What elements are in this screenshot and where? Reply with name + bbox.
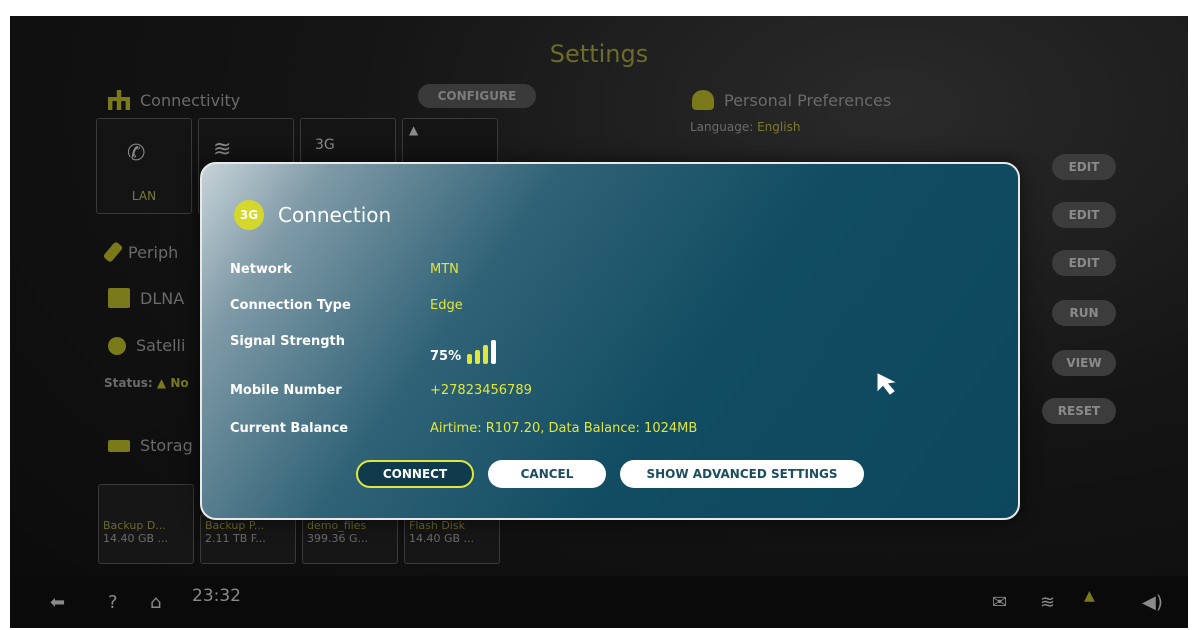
storage-item-size: 399.36 G... <box>307 532 368 545</box>
connect-button[interactable]: CONNECT <box>356 460 474 488</box>
signal-bar <box>475 350 481 364</box>
signal-strength-key: Signal Strength <box>230 334 345 349</box>
view-button[interactable]: VIEW <box>1052 350 1116 376</box>
3g-badge-icon: 3G <box>234 200 264 230</box>
home-icon[interactable]: ⌂ <box>150 592 161 613</box>
signal-strength-row: Signal Strength 75% <box>230 334 497 364</box>
edit-button[interactable]: EDIT <box>1052 154 1116 180</box>
language-value: English <box>757 120 801 134</box>
storage-item[interactable]: Flash Disk 14.40 GB ... <box>404 514 500 564</box>
dialog-header: 3G Connection <box>234 200 391 230</box>
peripherals-header: Periph <box>102 241 179 263</box>
signal-percent: 75% <box>430 349 462 364</box>
storage-item-name: Flash Disk <box>409 519 465 532</box>
network-row: Network MTN <box>230 262 459 277</box>
signal-bar <box>491 340 497 364</box>
connectivity-label: Connectivity <box>140 90 241 110</box>
connection-type-key: Connection Type <box>230 298 351 313</box>
configure-button[interactable]: CONFIGURE <box>418 84 536 108</box>
storage-header: Storag <box>108 436 193 455</box>
satellite-warning-icon[interactable]: ▲ <box>1084 588 1095 604</box>
storage-item-name: Backup D... <box>103 519 166 532</box>
personal-preferences-label: Personal Preferences <box>724 90 892 110</box>
signal-bars-icon <box>467 340 497 364</box>
storage-icon <box>108 439 130 452</box>
satellite-status: Status: ▲ No <box>104 376 189 390</box>
lan-tile-label: LAN <box>131 189 157 203</box>
status-value: No <box>170 376 189 390</box>
mail-icon[interactable]: ✉ <box>992 592 1007 613</box>
network-key: Network <box>230 262 292 277</box>
page-title: Settings <box>549 40 649 68</box>
edit-button[interactable]: EDIT <box>1052 202 1116 228</box>
warning-icon: ▲ <box>156 376 167 390</box>
warning-icon: ▲ <box>409 123 419 137</box>
lan-tile[interactable]: ✆ LAN <box>96 118 192 214</box>
wifi-icon[interactable]: ≋ <box>1040 592 1055 613</box>
mobile-number-value: +27823456789 <box>430 383 532 398</box>
run-button[interactable]: RUN <box>1052 300 1116 326</box>
cancel-button[interactable]: CANCEL <box>488 460 606 488</box>
back-arrow-icon[interactable]: ⬅ <box>50 592 65 613</box>
dlna-label: DLNA <box>140 288 185 308</box>
help-icon[interactable]: ? <box>108 592 118 613</box>
current-balance-key: Current Balance <box>230 421 349 436</box>
network-value: MTN <box>430 262 459 277</box>
dlna-icon <box>108 288 130 308</box>
plug-icon <box>102 241 124 263</box>
personal-preferences-header: Personal Preferences <box>692 90 891 110</box>
storage-item-size: 14.40 GB ... <box>409 532 475 545</box>
dialog-title: Connection <box>278 203 392 227</box>
satellite-label: Satelli <box>136 336 186 355</box>
signal-bar <box>483 345 489 364</box>
phone-icon: ✆ <box>127 141 146 166</box>
reset-button[interactable]: RESET <box>1042 398 1116 424</box>
storage-item-size: 14.40 GB ... <box>103 532 169 545</box>
connection-type-value: Edge <box>430 298 463 313</box>
connection-dialog: 3G Connection Network MTN Connection Typ… <box>200 162 1020 520</box>
clock: 23:32 <box>192 586 241 606</box>
people-icon <box>692 90 714 110</box>
connectivity-header: Connectivity <box>108 90 240 110</box>
storage-item[interactable]: Backup D... 14.40 GB ... <box>98 484 194 564</box>
mouse-cursor-icon <box>877 373 896 395</box>
status-key: Status: <box>104 376 153 390</box>
current-balance-value: Airtime: R107.20, Data Balance: 1024MB <box>430 421 698 436</box>
mobile-number-key: Mobile Number <box>230 383 342 398</box>
3g-signal-icon: 3G <box>315 137 335 153</box>
connection-type-row: Connection Type Edge <box>230 298 463 313</box>
signal-strength-value: 75% <box>430 334 497 364</box>
peripherals-label: Periph <box>128 242 179 262</box>
network-icon <box>108 90 130 110</box>
volume-icon[interactable]: ◀) <box>1142 592 1163 613</box>
language-key: Language: <box>690 120 754 134</box>
satellite-header: Satelli <box>108 336 185 355</box>
wifi-signal-icon: ≋ <box>213 137 232 162</box>
show-advanced-settings-button[interactable]: SHOW ADVANCED SETTINGS <box>620 460 864 488</box>
storage-item[interactable]: Backup P... 2.11 TB F... <box>200 514 296 564</box>
storage-item-name: Backup P... <box>205 519 265 532</box>
current-balance-row: Current Balance Airtime: R107.20, Data B… <box>230 421 697 436</box>
language-setting: Language: English <box>690 120 800 134</box>
signal-bar <box>467 354 473 364</box>
dlna-header: DLNA <box>108 288 184 308</box>
storage-item-size: 2.11 TB F... <box>205 532 266 545</box>
satellite-icon <box>108 336 126 355</box>
edit-button[interactable]: EDIT <box>1052 250 1116 276</box>
storage-item[interactable]: demo_files 399.36 G... <box>302 514 398 564</box>
storage-item-name: demo_files <box>307 519 367 532</box>
bottom-bar: ⬅ ? ⌂ ✉ ≋ ▲ ◀) <box>10 576 1188 628</box>
mobile-number-row: Mobile Number +27823456789 <box>230 383 532 398</box>
dialog-buttons: CONNECT CANCEL SHOW ADVANCED SETTINGS <box>202 460 1018 488</box>
storage-label: Storag <box>140 436 193 455</box>
